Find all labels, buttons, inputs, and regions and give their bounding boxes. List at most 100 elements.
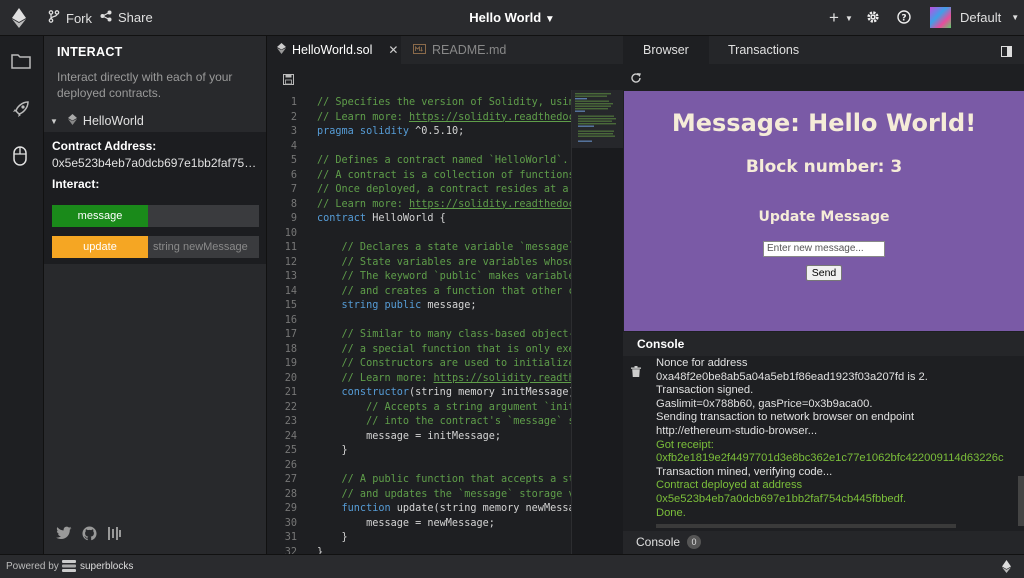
- line-content: // Specifies the version of Solidity, us…: [297, 96, 571, 111]
- tab-helloworld-sol[interactable]: HelloWorld.sol ✕: [267, 36, 401, 64]
- trash-icon[interactable]: [631, 364, 641, 382]
- send-button[interactable]: Send: [806, 265, 842, 281]
- ethereum-network-icon[interactable]: [1002, 560, 1011, 576]
- contract-tree-item[interactable]: ▼ HelloWorld: [50, 114, 144, 128]
- close-icon[interactable]: ✕: [388, 36, 398, 64]
- code-token: message = initMessage;: [317, 430, 502, 442]
- line-content: // and creates a function that other con: [297, 285, 571, 300]
- powered-by-label: Powered by: [6, 561, 59, 572]
- code-line: 1 // Specifies the version of Solidity, u…: [267, 96, 571, 111]
- code-area[interactable]: 1 // Specifies the version of Solidity, u…: [267, 96, 571, 554]
- code-token: // State variables are variables whose v: [317, 256, 571, 268]
- line-content: constructor(string memory initMessage) p: [297, 386, 571, 401]
- discord-icon[interactable]: [107, 526, 121, 546]
- console-line: 0xa48f2e0be8ab5a04a5eb1f86ead1923f03a207…: [656, 370, 928, 383]
- code-line: 17 // Similar to many class-based object…: [267, 328, 571, 343]
- code-token: update(string memory newMessage: [390, 503, 571, 514]
- code-token: // A public function that accepts a stri: [317, 474, 571, 485]
- line-number: 20: [284, 372, 297, 384]
- rocket-icon[interactable]: [11, 99, 31, 124]
- code-minimap[interactable]: [571, 90, 624, 554]
- console-line: 0x5e523b4eb7a0dcb697e1bb2faf754cb445fbbe…: [656, 492, 907, 505]
- code-line: 3 pragma solidity ^0.5.10;: [267, 125, 571, 140]
- console-hscrollbar[interactable]: [656, 524, 956, 528]
- activity-rail: [0, 36, 44, 554]
- code-line: 29 function update(string memory newMess…: [267, 502, 571, 517]
- update-function-button[interactable]: update: [52, 236, 148, 258]
- code-token: // Accepts a string argument `initMe: [317, 401, 571, 413]
- refresh-icon[interactable]: [630, 71, 642, 89]
- ethereum-logo-icon[interactable]: [12, 8, 26, 33]
- code-line: 14 // and creates a function that other …: [267, 285, 571, 300]
- message-heading: Message: Hello World!: [671, 109, 977, 137]
- top-bar: Fork Share Hello World ▼ + ▼ ? Default ▼: [0, 0, 1024, 36]
- code-token: // Learn more:: [317, 372, 434, 384]
- line-number: 6: [290, 169, 297, 181]
- panel-layout-icon[interactable]: [1001, 44, 1012, 62]
- line-content: // Learn more: https://solidity.readthec: [297, 372, 571, 387]
- tab-browser[interactable]: Browser: [623, 36, 709, 64]
- console-line: Sending transaction to network browser o…: [656, 411, 915, 424]
- account-dropdown[interactable]: Default ▼: [930, 7, 1019, 28]
- code-line: 7 // Once deployed, a contract resides at…: [267, 183, 571, 198]
- code-token[interactable]: https://solidity.readthedocs.: [409, 199, 571, 210]
- add-dropdown-button[interactable]: + ▼: [829, 8, 853, 28]
- chevron-down-icon: ▼: [1011, 13, 1020, 22]
- code-token: // a special function that is only execu: [317, 343, 571, 355]
- code-token[interactable]: https://solidity.readthec: [434, 373, 571, 384]
- console-scrollbar[interactable]: [1018, 476, 1024, 526]
- console-line: Transaction mined, verifying code...: [656, 465, 833, 478]
- code-token: message;: [421, 300, 477, 311]
- line-content: // Declares a state variable `message` o: [297, 241, 571, 256]
- save-icon[interactable]: [283, 72, 294, 90]
- tab-readme-md[interactable]: README.md: [403, 36, 543, 64]
- line-content: // State variables are variables whose v: [297, 256, 571, 271]
- console-log: Nonce for address 0xa48f2e0be8ab5a04a5eb1…: [656, 357, 1018, 520]
- mouse-icon[interactable]: [13, 146, 27, 171]
- line-number: 24: [284, 430, 297, 442]
- console-count-badge: 0: [687, 535, 701, 549]
- line-content: // a special function that is only execu: [297, 343, 571, 358]
- share-button[interactable]: Share: [100, 10, 153, 25]
- code-token: ^0.5.10;: [409, 126, 465, 137]
- code-token: contract: [317, 213, 367, 224]
- code-token: // Specifies the version of Solidity, us…: [317, 97, 571, 108]
- new-message-input[interactable]: string newMessage: [148, 236, 259, 258]
- console-line: Nonce for address: [656, 357, 748, 369]
- line-number: 29: [284, 503, 297, 514]
- line-content: // Similar to many class-based object-or: [297, 328, 571, 343]
- console-footer-tab[interactable]: Console 0: [623, 531, 1024, 554]
- help-button[interactable]: ?: [897, 10, 911, 27]
- code-token: // Once deployed, a contract resides at …: [317, 184, 571, 195]
- code-line: 18 // a special function that is only ex…: [267, 343, 571, 358]
- line-content: // Once deployed, a contract resides at …: [297, 183, 571, 198]
- console-line: 0xfb2e1819e2f4497701d3e8bc362e1c77e1062b…: [656, 452, 1004, 465]
- new-message-field[interactable]: Enter new message...: [763, 241, 885, 257]
- folder-icon[interactable]: [11, 53, 31, 74]
- line-content: // into the contract's `message` sto: [297, 415, 571, 430]
- code-line: 8// Learn more: https://solidity.readthe…: [267, 198, 571, 213]
- line-content: [297, 459, 317, 474]
- code-token: message = newMessage;: [317, 517, 495, 529]
- line-number: 12: [284, 256, 297, 268]
- line-content: contract HelloWorld {: [297, 212, 446, 227]
- code-line: 20 // Learn more: https://solidity.readt…: [267, 372, 571, 387]
- code-token[interactable]: https://solidity.readthedocs.: [409, 112, 571, 123]
- plus-icon: +: [829, 8, 839, 27]
- tab-transactions[interactable]: Transactions: [708, 36, 819, 64]
- message-function-button[interactable]: message: [52, 205, 148, 227]
- line-number: 21: [284, 387, 297, 398]
- settings-button[interactable]: [866, 10, 880, 27]
- github-icon[interactable]: [82, 526, 97, 546]
- project-title-dropdown[interactable]: Hello World ▼: [469, 10, 555, 25]
- console-line: http://ethereum-studio-browser...: [656, 424, 818, 437]
- line-number: 7: [290, 184, 297, 195]
- line-content: message = initMessage;: [297, 430, 501, 445]
- twitter-icon[interactable]: [56, 526, 72, 546]
- status-bar: Powered by superblocks: [0, 554, 1024, 578]
- fork-button[interactable]: Fork: [48, 10, 92, 26]
- code-token: function: [317, 503, 391, 514]
- fork-icon: [48, 10, 60, 26]
- code-line: 28 // and updates the `message` storage …: [267, 488, 571, 503]
- contract-address: 0x5e523b4eb7a0dcb697e1bb2faf754cb445fbbe…: [52, 156, 262, 170]
